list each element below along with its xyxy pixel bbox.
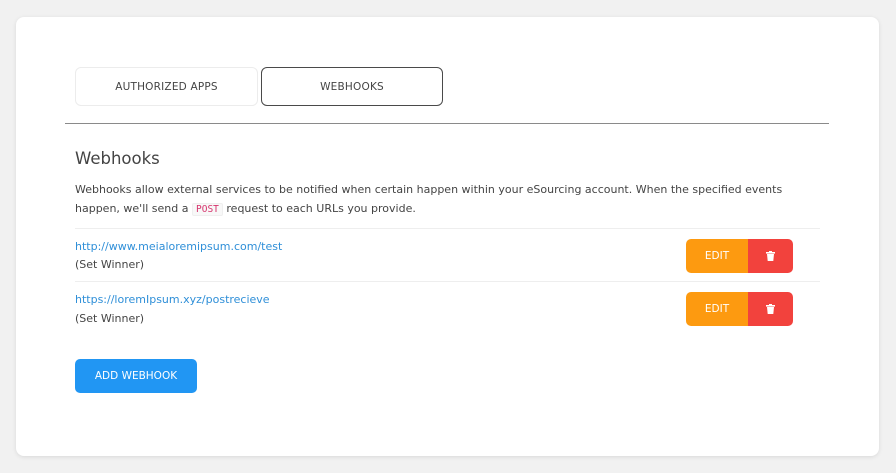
tab-webhooks[interactable]: WEBHOOKS xyxy=(261,67,443,106)
webhook-url-link[interactable]: http://www.meialoremipsum.com/test xyxy=(75,240,282,253)
delete-button[interactable] xyxy=(748,292,793,326)
edit-button[interactable]: EDIT xyxy=(686,239,748,273)
webhook-event: (Set Winner) xyxy=(75,258,145,271)
webhook-url-link[interactable]: https://loremIpsum.xyz/postrecieve xyxy=(75,293,270,306)
tab-label: AUTHORIZED APPS xyxy=(115,80,218,93)
trash-icon xyxy=(766,304,775,314)
webhook-actions: EDIT xyxy=(686,239,793,273)
webhook-actions: EDIT xyxy=(686,292,793,326)
add-webhook-button[interactable]: ADD WEBHOOK xyxy=(75,359,197,393)
tab-divider xyxy=(65,123,829,124)
tab-label: WEBHOOKS xyxy=(320,80,384,93)
description-text: request to each URLs you provide. xyxy=(226,202,416,215)
description-text: Webhooks allow external services to be n… xyxy=(75,183,783,215)
row-separator xyxy=(75,281,820,282)
webhook-event: (Set Winner) xyxy=(75,312,145,325)
settings-card: AUTHORIZED APPS WEBHOOKS Webhooks Webhoo… xyxy=(16,17,879,456)
tab-authorized-apps[interactable]: AUTHORIZED APPS xyxy=(75,67,258,106)
post-code: POST xyxy=(192,203,223,216)
delete-button[interactable] xyxy=(748,239,793,273)
section-description: Webhooks allow external services to be n… xyxy=(75,180,820,219)
edit-button[interactable]: EDIT xyxy=(686,292,748,326)
row-separator xyxy=(75,228,820,229)
trash-icon xyxy=(766,251,775,261)
section-title: Webhooks xyxy=(75,149,160,168)
